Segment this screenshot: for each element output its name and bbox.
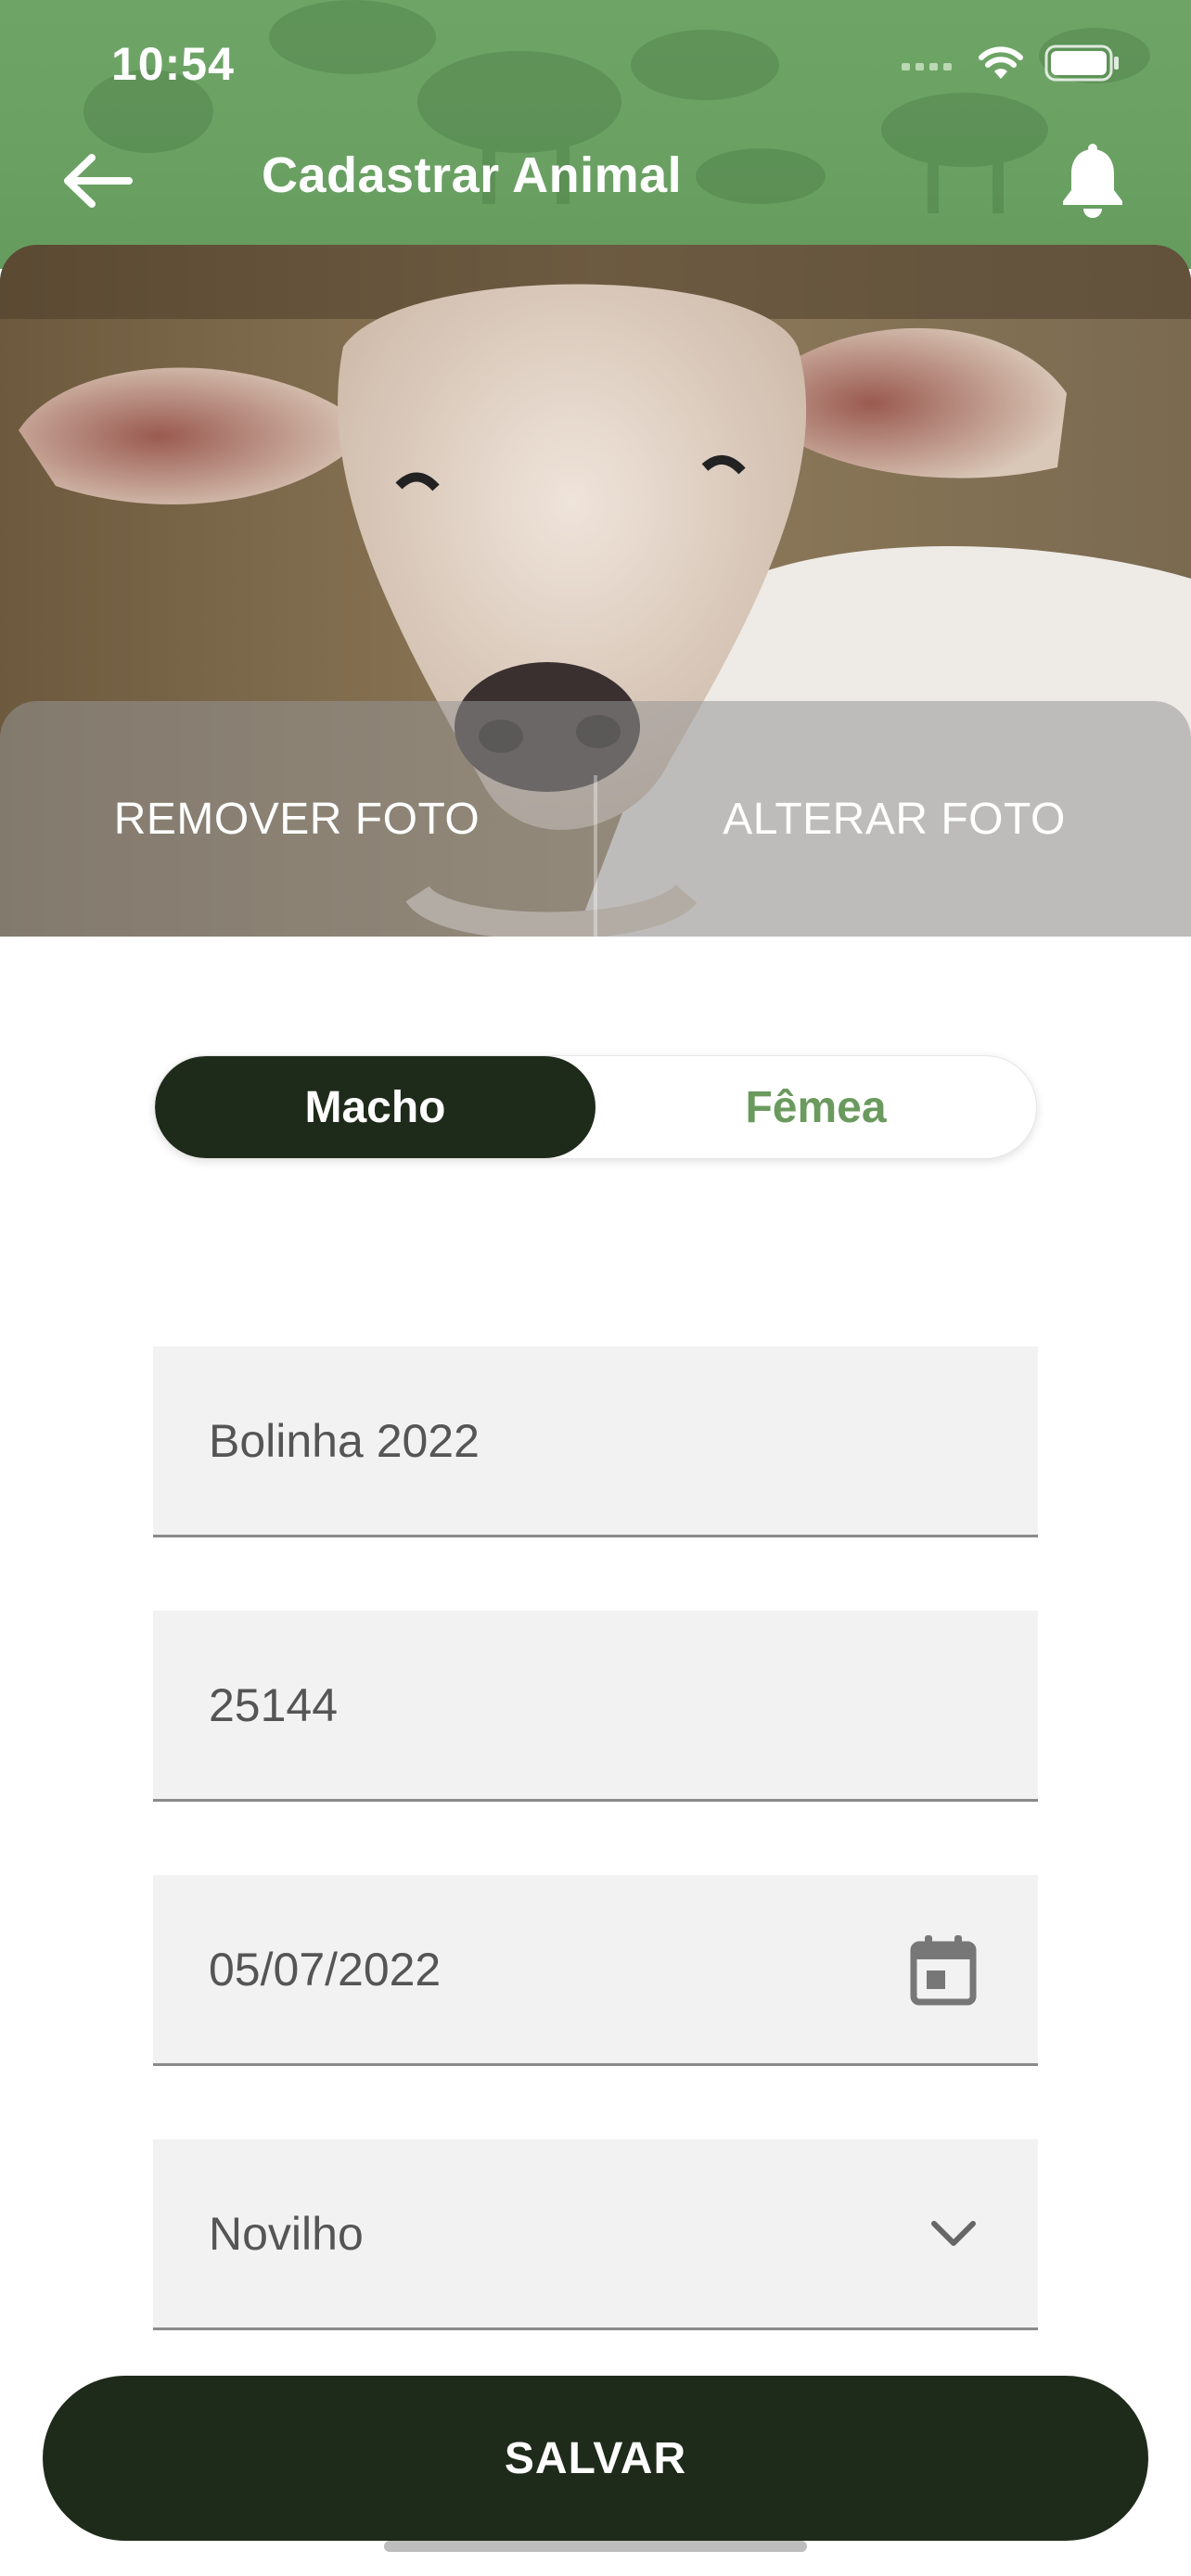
bell-icon <box>1063 144 1122 218</box>
status-icons <box>902 45 1121 82</box>
status-time: 10:54 <box>111 38 235 90</box>
back-button[interactable] <box>56 139 139 223</box>
battery-icon <box>1044 45 1119 82</box>
cellular-signal-icon <box>902 63 952 70</box>
notifications-button[interactable] <box>1048 137 1137 226</box>
wifi-icon <box>979 46 1023 79</box>
sex-option-macho[interactable]: Macho <box>155 1056 596 1158</box>
calendar-button[interactable] <box>910 1875 977 2063</box>
arrow-left-icon <box>64 154 133 208</box>
sex-toggle: Macho Fêmea <box>154 1055 1037 1159</box>
animal-name-field[interactable]: Bolinha 2022 <box>153 1346 1038 1537</box>
category-dropdown-toggle[interactable] <box>930 2139 977 2327</box>
remove-photo-button[interactable]: REMOVER FOTO <box>0 701 594 937</box>
calendar-icon <box>910 1934 977 2005</box>
save-button[interactable]: SALVAR <box>43 2376 1148 2541</box>
app-header: 10:54 Cadastrar Animal <box>0 0 1191 269</box>
chevron-down-icon <box>931 2220 976 2246</box>
sex-option-femea[interactable]: Fêmea <box>596 1056 1036 1158</box>
change-photo-button[interactable]: ALTERAR FOTO <box>597 701 1191 937</box>
category-select[interactable]: Novilho <box>153 2139 1038 2330</box>
birth-date-field[interactable]: 05/07/2022 <box>153 1875 1038 2066</box>
photo-actions-bar: REMOVER FOTO ALTERAR FOTO <box>0 701 1191 937</box>
animal-name-value: Bolinha 2022 <box>209 1414 480 1467</box>
category-value: Novilho <box>209 2207 364 2260</box>
birth-date-value: 05/07/2022 <box>209 1943 442 1996</box>
animal-tag-field[interactable]: 25144 <box>153 1611 1038 1802</box>
animal-tag-value: 25144 <box>209 1678 339 1731</box>
home-indicator <box>384 2541 807 2552</box>
page-title: Cadastrar Animal <box>262 147 683 203</box>
